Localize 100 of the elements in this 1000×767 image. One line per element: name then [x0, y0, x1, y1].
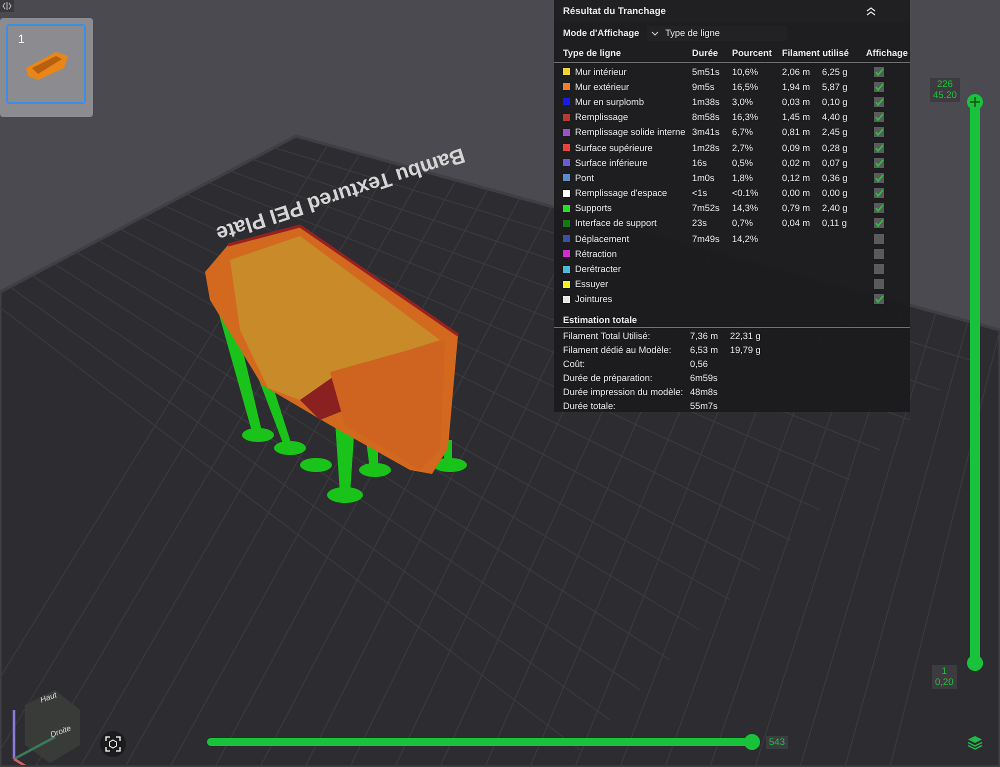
duration-cell-text: 1m0s: [692, 172, 716, 183]
duration-cell-text: 16s: [692, 158, 708, 168]
visibility-checkbox[interactable]: [874, 203, 884, 214]
line-type-name: Pont: [575, 172, 595, 183]
line-type-name: Déplacement: [575, 234, 630, 244]
summary-label: Durée impression du modèle:: [563, 387, 684, 397]
visibility-checkbox[interactable]: [874, 158, 884, 168]
weight-cell-text: 6,25 g: [822, 66, 849, 77]
layer-slider[interactable]: [967, 94, 983, 671]
line-type-name: Rétraction: [575, 248, 618, 259]
visibility-checkbox[interactable]: [874, 234, 884, 244]
length-cell-text: 0,04 m: [782, 218, 812, 228]
visibility-checkbox[interactable]: [874, 218, 884, 228]
visibility-checkbox[interactable]: [874, 188, 884, 198]
length-cell-text: 0,12 m: [782, 172, 812, 183]
upper-layer-label: 226 45.20: [930, 78, 960, 102]
percent-cell-text: 14,3%: [732, 203, 760, 214]
visibility-checkbox[interactable]: [874, 172, 884, 183]
percent-cell-text: 10,6%: [732, 66, 760, 77]
line-type-name: Mur en surplomb: [575, 96, 645, 107]
length-cell-text: 1,45 m: [782, 112, 812, 122]
percent-cell-text: 2,7%: [732, 142, 754, 153]
visibility-checkbox[interactable]: [874, 279, 884, 290]
duration-cell-text: 7m49s: [692, 234, 721, 244]
duration-cell-text: 23s: [692, 218, 708, 228]
summary-label: Durée de préparation:: [563, 373, 654, 383]
summary-label: Filament Total Utilisé:: [563, 331, 652, 341]
visibility-checkbox[interactable]: [874, 66, 884, 77]
percent-cell-text: 3,0%: [732, 96, 754, 107]
summary-label: Filament dédié au Modèle:: [563, 345, 672, 355]
line-type-name: Remplissage solide interne: [575, 127, 686, 138]
weight-cell-text: 4,40 g: [822, 112, 849, 122]
duration-cell-text: <1s: [692, 188, 708, 198]
percent-cell-text: 16,5%: [732, 82, 760, 92]
summary-label: Coût:: [563, 359, 586, 369]
line-type-name: Jointures: [575, 294, 614, 304]
line-type-name: Interface de support: [575, 218, 658, 228]
visibility-checkbox[interactable]: [874, 112, 884, 122]
layers-icon[interactable]: [967, 735, 983, 750]
section-title: Estimation totale: [562, 314, 638, 327]
move-slider-value: 543: [766, 736, 788, 749]
duration-cell-text: 1m38s: [692, 96, 721, 107]
visibility-checkbox[interactable]: [874, 264, 884, 274]
duration-cell-text: 8m58s: [692, 112, 721, 122]
length-cell-text: 0,02 m: [782, 158, 812, 168]
weight-cell-text: 0,11 g: [822, 218, 848, 228]
line-type-name: Derétracter: [575, 264, 622, 274]
summary-value: 55m7s: [690, 401, 719, 411]
line-type-name: Surface inférieure: [575, 158, 649, 168]
percent-cell-text: 6,7%: [732, 127, 754, 138]
chevron-down-icon: [651, 30, 660, 36]
visibility-checkbox[interactable]: [874, 96, 884, 107]
line-type-name: Mur extérieur: [575, 82, 630, 92]
visibility-checkbox[interactable]: [874, 127, 884, 138]
length-cell-text: 0,81 m: [782, 127, 812, 138]
percent-cell-text: 0,7%: [732, 218, 754, 228]
summary-value: 19,79 g: [730, 345, 762, 355]
summary-value: 0,56: [690, 359, 709, 369]
line-type-name: Remplissage d'espace: [575, 188, 668, 198]
collapse-chevron-icon[interactable]: [866, 6, 876, 16]
duration-cell-text: 9m5s: [692, 82, 716, 92]
summary-label: Durée totale:: [563, 401, 617, 411]
display-mode-label: Mode d'Affichage: [563, 28, 640, 38]
line-type-name: Remplissage: [575, 112, 630, 122]
visibility-checkbox[interactable]: [874, 82, 884, 92]
duration-cell-text: 7m52s: [692, 203, 721, 214]
duration-cell-text: 3m41s: [692, 127, 721, 138]
weight-cell-text: 0,07 g: [822, 158, 849, 168]
visibility-checkbox[interactable]: [874, 142, 884, 153]
percent-cell-text: 16,3%: [732, 112, 760, 122]
weight-cell-text: 0,28 g: [822, 142, 849, 153]
display-mode-dropdown[interactable]: Type de ligne: [647, 26, 788, 40]
weight-cell-text: 2,45 g: [822, 127, 849, 138]
summary-value: 6,53 m: [690, 345, 720, 355]
percent-cell-text: 0,5%: [732, 158, 754, 168]
lower-layer-label: 1 0,20: [932, 665, 956, 689]
weight-cell-text: 0,10 g: [822, 96, 849, 107]
weight-cell-text: 0,00 g: [822, 188, 849, 198]
column-header: Filament utilisé: [782, 48, 850, 58]
length-cell-text: 0,00 m: [782, 188, 812, 198]
length-cell-text: 0,03 m: [782, 96, 812, 107]
visibility-checkbox[interactable]: [874, 294, 884, 304]
upper-layer-handle[interactable]: [967, 94, 983, 110]
length-cell-text: 2,06 m: [782, 66, 812, 77]
tray-icon: [24, 50, 70, 82]
length-cell-text: 1,94 m: [782, 82, 812, 92]
summary-value: 22,31 g: [730, 331, 762, 341]
summary-value: 7,36 m: [690, 331, 720, 341]
column-header: Durée: [692, 48, 720, 58]
percent-cell-text: 1,8%: [732, 172, 754, 183]
view-cube-top-label: Haut: [38, 690, 58, 705]
column-header: Affichage: [866, 48, 909, 58]
percent-cell-text: <0.1%: [732, 188, 760, 198]
length-cell-text: 0,09 m: [782, 142, 812, 153]
visibility-checkbox[interactable]: [874, 248, 884, 259]
panel-title: Résultat du Tranchage: [563, 6, 666, 16]
weight-cell-text: 2,40 g: [822, 203, 849, 214]
duration-cell-text: 1m28s: [692, 142, 721, 153]
collapse-icon[interactable]: [0, 0, 14, 12]
column-header: Type de ligne: [563, 48, 622, 58]
